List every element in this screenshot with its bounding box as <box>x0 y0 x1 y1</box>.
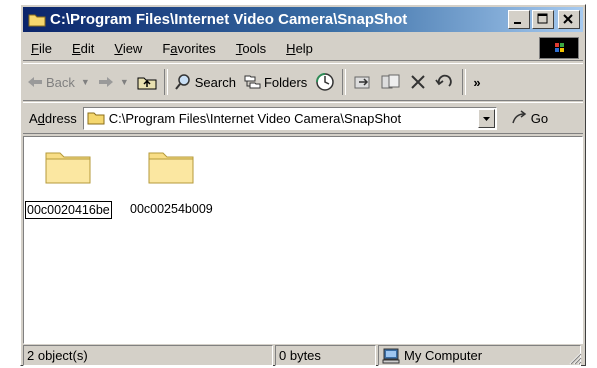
folders-button[interactable]: Folders <box>240 67 311 97</box>
folder-icon <box>44 147 92 185</box>
my-computer-icon <box>382 348 400 363</box>
toolbar-separator <box>163 69 168 95</box>
history-button[interactable] <box>311 67 339 97</box>
title-bar[interactable]: C:\Program Files\Internet Video Camera\S… <box>23 7 583 32</box>
chevron-down-icon: ▼ <box>119 77 129 87</box>
address-dropdown-button[interactable] <box>477 108 495 128</box>
standard-toolbar: Back ▼ ▼ Search Folders » <box>23 63 583 101</box>
search-label: Search <box>194 74 236 90</box>
chevron-down-icon <box>482 116 490 121</box>
maximize-button[interactable] <box>532 10 554 29</box>
menu-help[interactable]: Help <box>276 41 323 56</box>
toolbar-separator <box>462 69 467 95</box>
menu-favorites[interactable]: Favorites <box>152 41 225 56</box>
explorer-window: C:\Program Files\Internet Video Camera\S… <box>20 4 586 366</box>
folder-item[interactable]: 00c00254b009 <box>129 147 214 217</box>
status-bar: 2 object(s) 0 bytes My Computer <box>23 345 583 366</box>
copy-to-button[interactable] <box>377 67 405 97</box>
chevron-down-icon: ▼ <box>80 77 90 87</box>
window-title: C:\Program Files\Internet Video Camera\S… <box>50 11 408 28</box>
status-object-count: 2 object(s) <box>23 345 273 366</box>
folders-label: Folders <box>263 74 308 90</box>
file-list-pane[interactable]: 00c0020416be 00c00254b009 <box>23 136 583 344</box>
menu-file[interactable]: File <box>23 41 62 56</box>
address-input[interactable]: C:\Program Files\Internet Video Camera\S… <box>82 106 497 130</box>
undo-icon <box>435 74 452 87</box>
menu-tools[interactable]: Tools <box>226 41 276 56</box>
back-button[interactable]: Back ▼ <box>23 67 94 97</box>
status-zone-label: My Computer <box>404 348 483 363</box>
move-to-icon <box>354 76 370 89</box>
address-label: Address <box>29 110 77 126</box>
delete-button[interactable] <box>405 67 431 97</box>
menu-bar: File Edit View Favorites Tools Help <box>23 36 583 61</box>
folder-icon <box>87 112 105 125</box>
search-button[interactable]: Search <box>171 67 240 97</box>
forward-arrow-icon <box>98 77 113 87</box>
address-value: C:\Program Files\Internet Video Camera\S… <box>108 110 402 126</box>
minimize-icon <box>514 22 521 24</box>
toolbar-separator <box>342 69 347 95</box>
back-label: Back <box>46 74 75 90</box>
resize-grip-icon[interactable] <box>568 351 582 365</box>
folder-icon <box>147 147 195 185</box>
undo-button[interactable] <box>431 67 459 97</box>
menu-edit[interactable]: Edit <box>62 41 104 56</box>
go-label: Go <box>530 110 549 126</box>
back-arrow-icon <box>28 77 42 87</box>
search-icon <box>174 74 190 90</box>
folder-item[interactable]: 00c0020416be <box>25 147 112 219</box>
folders-tree-icon <box>244 75 261 89</box>
move-to-button[interactable] <box>349 67 377 97</box>
maximize-icon <box>537 13 548 24</box>
folder-name: 00c0020416be <box>25 201 112 219</box>
windows-logo-icon <box>539 37 579 59</box>
delete-x-icon <box>411 75 426 89</box>
history-icon <box>316 73 335 91</box>
close-button[interactable] <box>558 10 580 29</box>
status-size: 0 bytes <box>275 345 376 366</box>
up-folder-button[interactable] <box>133 67 161 97</box>
copy-to-icon <box>381 74 400 89</box>
folder-icon <box>28 13 46 27</box>
status-zone: My Computer <box>378 345 581 366</box>
up-folder-icon <box>137 77 157 90</box>
forward-button[interactable]: ▼ <box>94 67 133 97</box>
address-bar: Address C:\Program Files\Internet Video … <box>23 102 583 134</box>
menu-view[interactable]: View <box>104 41 152 56</box>
go-arrow-icon <box>511 110 526 124</box>
chevron-overflow-icon: » <box>473 74 481 90</box>
folder-name: 00c00254b009 <box>130 202 213 216</box>
toolbar-overflow-button[interactable]: » <box>469 67 484 97</box>
go-button[interactable]: Go <box>511 110 548 126</box>
close-icon <box>563 14 573 24</box>
minimize-button[interactable] <box>508 10 530 29</box>
